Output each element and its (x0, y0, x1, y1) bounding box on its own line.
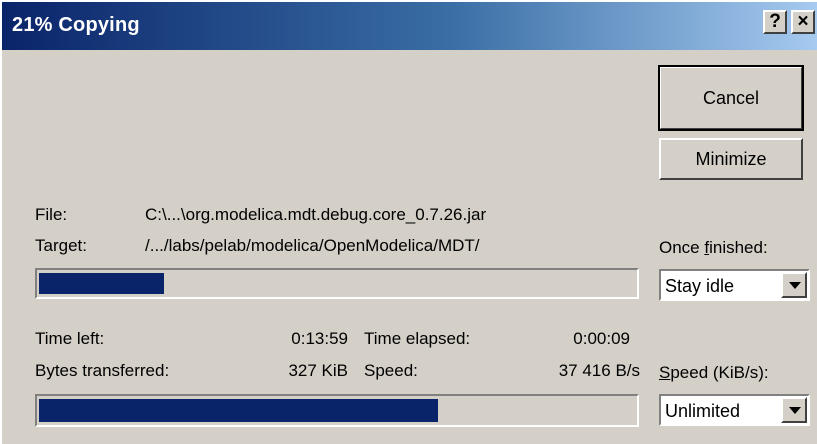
total-progress-fill (39, 399, 438, 422)
speed-limit-select[interactable]: Unlimited (659, 394, 810, 426)
file-progress-bar (35, 268, 639, 299)
total-progress-bar (35, 394, 639, 427)
copy-dialog: 21% Copying ? × Cancel Minimize File: C:… (0, 0, 817, 444)
once-finished-select[interactable]: Stay idle (659, 269, 810, 301)
file-label: File: (35, 205, 68, 224)
once-finished-value: Stay idle (665, 276, 735, 296)
target-path: /.../labs/pelab/modelica/OpenModelica/MD… (145, 236, 480, 255)
bytes-transferred-label: Bytes transferred: (35, 361, 170, 380)
speed-limit-value: Unlimited (665, 401, 741, 421)
bytes-transferred-value: 327 KiB (288, 361, 348, 380)
help-button[interactable]: ? (763, 10, 787, 34)
time-left-value: 0:13:59 (291, 329, 348, 348)
file-progress-fill (39, 273, 164, 294)
once-finished-label: Once finished: (659, 238, 768, 257)
window-title: 21% Copying (12, 14, 140, 36)
help-icon: ? (769, 11, 781, 32)
time-elapsed-value: 0:00:09 (573, 329, 630, 348)
chevron-down-icon[interactable] (781, 272, 807, 298)
file-path: C:\...\org.modelica.mdt.debug.core_0.7.2… (145, 205, 487, 224)
time-left-label: Time left: (35, 329, 105, 348)
speed-value: 37 416 B/s (558, 361, 640, 380)
speed-limit-label: Speed (KiB/s): (659, 363, 769, 382)
target-label: Target: (35, 236, 87, 255)
minimize-button[interactable]: Minimize (659, 138, 803, 180)
time-elapsed-label: Time elapsed: (364, 329, 471, 348)
close-icon: × (797, 11, 809, 32)
speed-label: Speed: (364, 361, 418, 380)
cancel-button[interactable]: Cancel (658, 65, 804, 131)
chevron-down-icon[interactable] (781, 397, 807, 423)
title-bar[interactable]: 21% Copying ? × (2, 2, 817, 50)
close-button[interactable]: × (791, 10, 815, 34)
